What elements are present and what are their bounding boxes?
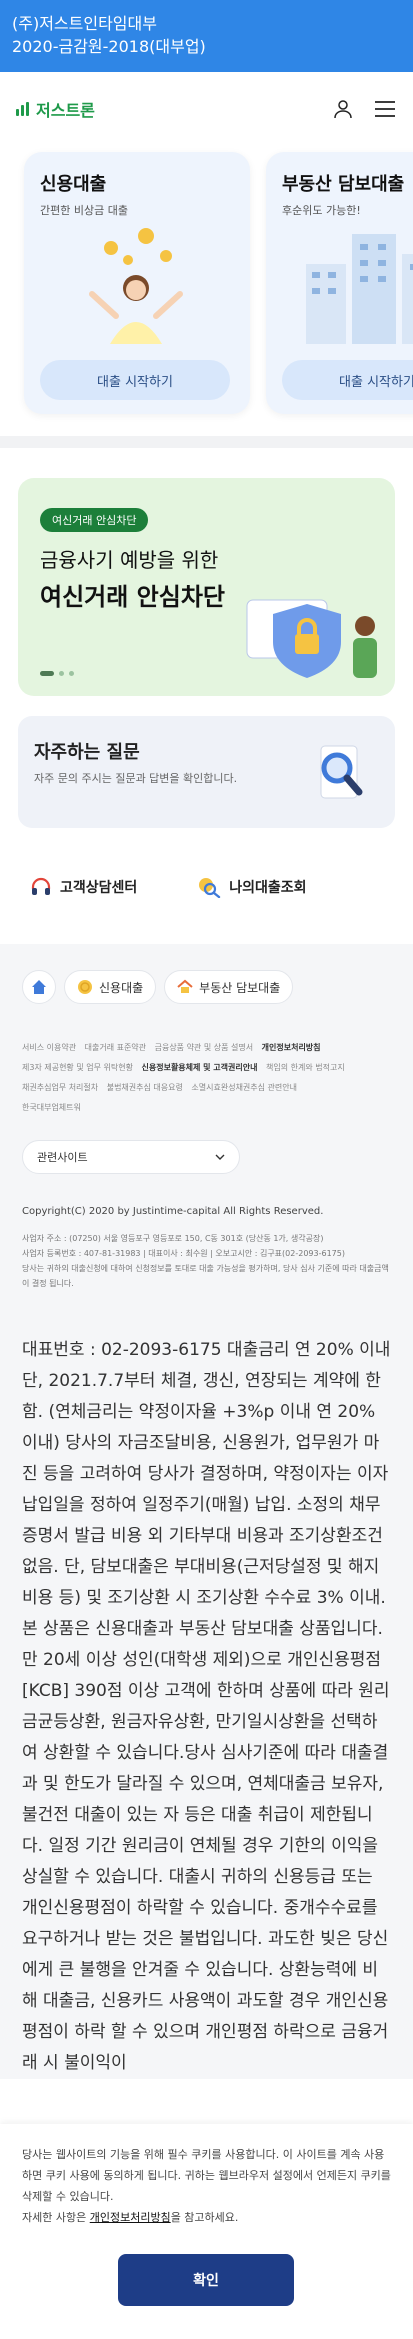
coin-icon <box>78 980 92 994</box>
site-header: 저스트론 <box>0 72 413 146</box>
carousel-indicator[interactable] <box>40 671 74 676</box>
section-divider <box>0 436 413 448</box>
policy-link[interactable]: 서비스 이용약관 <box>22 1043 76 1052</box>
policy-link[interactable]: 신용정보활용체제 및 고객권리안내 <box>142 1063 258 1072</box>
footer-policy-links: 서비스 이용약관 대출거래 표준약관 금융상품 약관 및 상품 설명서 개인정보… <box>22 1038 391 1118</box>
policy-link[interactable]: 불법채권추심 대응요령 <box>107 1083 183 1092</box>
policy-link[interactable]: 대출거래 표준약관 <box>85 1043 146 1052</box>
coins-person-illustration <box>89 228 183 344</box>
company-disclaimer: 당사는 귀하의 대출신청에 대하여 신청정보를 토대로 대출 가능성을 평가하며… <box>22 1264 389 1288</box>
magnifier-document-icon <box>320 745 363 799</box>
banner-tag: 여신거래 안심차단 <box>40 508 149 532</box>
policy-link[interactable]: 채권추심업무 처리절차 <box>22 1083 98 1092</box>
customer-center-link[interactable]: 고객상담센터 <box>30 858 137 916</box>
my-loan-lookup-label: 나의대출조회 <box>229 880 307 896</box>
corp-registration: 2020-금감원-2018(대부업) <box>12 37 206 56</box>
privacy-policy-link[interactable]: 개인정보처리방침 <box>262 1043 321 1052</box>
copyright: Copyright(C) 2020 by Justintime-capital … <box>22 1206 324 1217</box>
search-coin-icon <box>199 878 221 898</box>
mortgage-loan-pill-label: 부동산 담보대출 <box>199 980 281 995</box>
credit-loan-pill[interactable]: 신용대출 <box>64 970 157 1004</box>
mortgage-loan-pill[interactable]: 부동산 담보대출 <box>164 970 294 1004</box>
cookie-confirm-button[interactable]: 확인 <box>118 2254 294 2306</box>
customer-center-label: 고객상담센터 <box>60 880 138 896</box>
privacy-policy-link[interactable]: 개인정보처리방침 <box>90 2211 171 2224</box>
loan-disclosure-text: 대표번호 : 02-2093-6175 대출금리 연 20% 이내 단, 202… <box>22 1340 391 2073</box>
logo-mark-icon <box>16 102 32 116</box>
buildings-illustration <box>306 234 413 344</box>
faq-card[interactable]: 자주하는 질문 자주 문의 주시는 질문과 답변을 확인합니다. <box>18 716 395 828</box>
logo-text: 저스트론 <box>36 101 95 120</box>
company-registration: 사업자 등록번호 : 407-81-31983 | 대표이사 : 최수원 | 오… <box>22 1249 345 1258</box>
corp-name: (주)저스트인타임대부 <box>12 14 157 33</box>
loan-product-carousel[interactable]: 신용대출 간편한 비상금 대출 대출 시작하기 부동산 담보대출 후순위도 가능… <box>0 146 413 436</box>
promo-banner[interactable]: 여신거래 안심차단 금융사기 예방을 위한 여신거래 안심차단 <box>18 478 395 696</box>
related-sites-select[interactable]: 관련사이트 <box>22 1140 240 1174</box>
related-sites-label: 관련사이트 <box>37 1151 88 1164</box>
house-icon <box>177 979 193 993</box>
policy-link[interactable]: 금융상품 약관 및 상품 설명서 <box>155 1043 254 1052</box>
site-footer: 신용대출 부동산 담보대출 서비스 이용약관 대출거래 표준약관 금융상품 약관… <box>0 944 413 2079</box>
security-lock-illustration <box>246 599 377 678</box>
cookie-text: 당사는 웹사이트의 기능을 위해 필수 쿠키를 사용합니다. 이 사이트를 계속… <box>22 2148 391 2203</box>
chevron-down-icon <box>215 1154 225 1160</box>
menu-icon[interactable] <box>373 97 397 121</box>
company-address: 사업자 주소 : (07250) 서울 영등포구 영등포로 150, C동 30… <box>22 1234 324 1243</box>
corp-info-bar: (주)저스트인타임대부 2020-금감원-2018(대부업) <box>0 0 413 72</box>
company-info: 사업자 주소 : (07250) 서울 영등포구 영등포로 150, C동 30… <box>22 1231 391 1291</box>
cookie-more-info: 자세한 사항은 개인정보처리방침을 참고하세요. <box>22 2211 239 2224</box>
my-loan-lookup-link[interactable]: 나의대출조회 <box>197 858 307 916</box>
policy-link[interactable]: 소멸시효완성채권추심 관련안내 <box>191 1083 297 1092</box>
policy-link[interactable]: 책임의 한계와 법적고지 <box>266 1063 345 1072</box>
start-loan-button[interactable]: 대출 시작하기 <box>282 360 413 400</box>
quick-links: 고객상담센터 나의대출조회 <box>0 828 413 916</box>
logo[interactable]: 저스트론 <box>16 97 95 121</box>
start-loan-button[interactable]: 대출 시작하기 <box>40 360 230 400</box>
credit-loan-pill-label: 신용대출 <box>99 980 144 995</box>
cookie-consent-banner: 당사는 웹사이트의 기능을 위해 필수 쿠키를 사용합니다. 이 사이트를 계속… <box>0 2124 413 2339</box>
user-icon[interactable] <box>331 97 355 121</box>
policy-link[interactable]: 한국대부업체트워 <box>22 1103 81 1112</box>
headset-icon <box>31 877 51 895</box>
card-title: 신용대출 <box>40 174 107 195</box>
card-mortgage-loan[interactable]: 부동산 담보대출 후순위도 가능한! 대출 시작하기 <box>266 152 413 414</box>
home-icon <box>32 980 46 994</box>
banner-line1: 금융사기 예방을 위한 <box>40 548 219 572</box>
card-title: 부동산 담보대출 <box>282 174 405 195</box>
home-button[interactable] <box>22 970 56 1004</box>
policy-link[interactable]: 제3자 제공현황 및 업무 위탁현황 <box>22 1063 133 1072</box>
card-credit-loan[interactable]: 신용대출 간편한 비상금 대출 대출 시작하기 <box>24 152 250 414</box>
